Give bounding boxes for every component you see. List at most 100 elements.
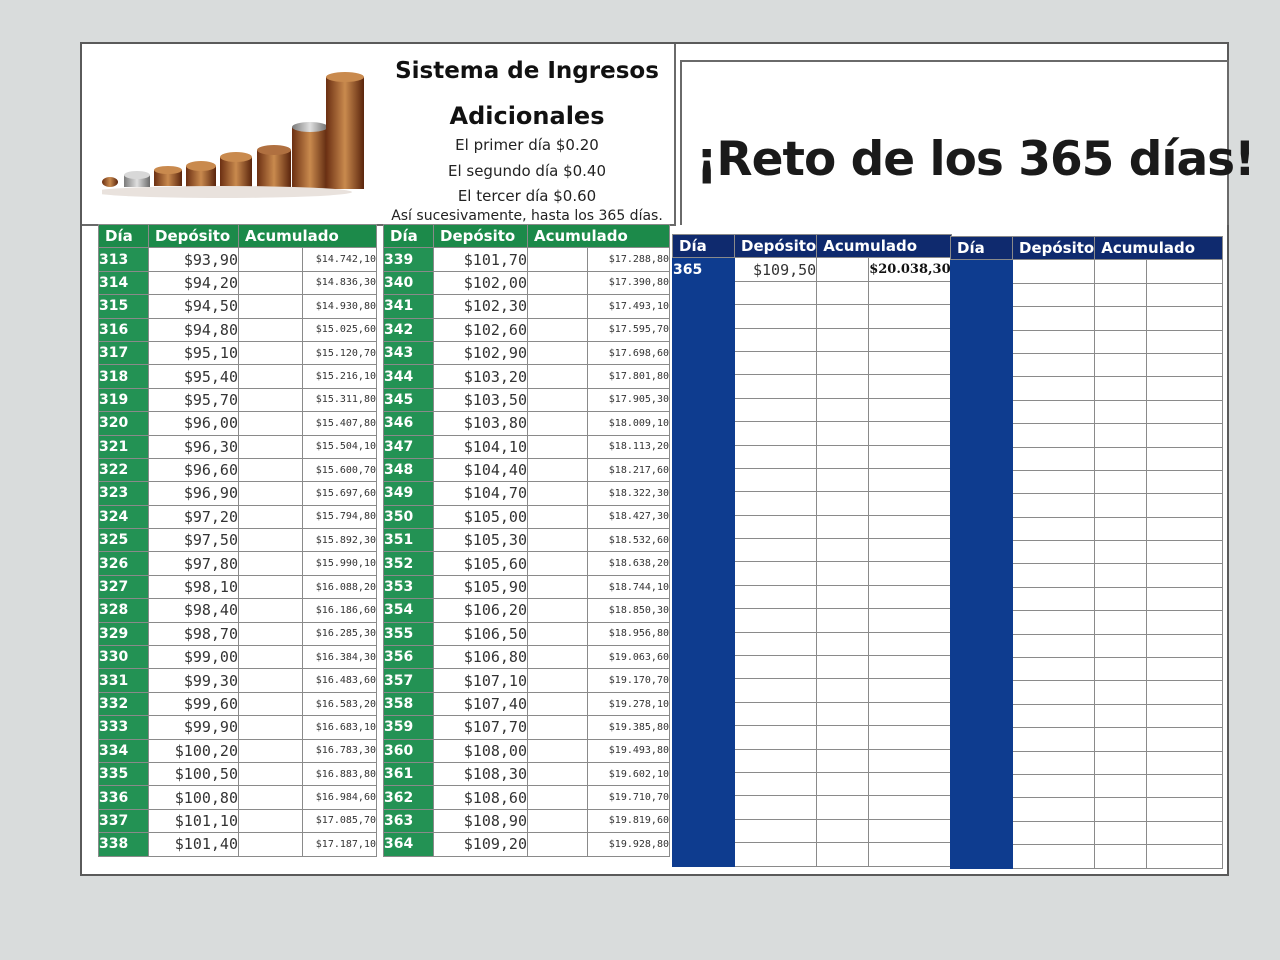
dia-cell[interactable]	[672, 608, 735, 633]
dia-cell[interactable]	[950, 399, 1013, 425]
dia-cell[interactable]	[950, 657, 1013, 682]
acumulado-cell[interactable]	[868, 421, 952, 446]
dia-cell[interactable]	[950, 820, 1013, 846]
deposito-cell[interactable]	[1011, 633, 1096, 659]
acumulado-cell[interactable]	[1146, 282, 1224, 308]
deposito-cell[interactable]: $104,40	[433, 457, 528, 483]
acumulado-blank-cell[interactable]	[238, 434, 303, 459]
dia-cell[interactable]: 361	[383, 761, 434, 787]
dia-cell[interactable]: 348	[383, 457, 434, 483]
dia-cell[interactable]: 331	[98, 668, 149, 693]
deposito-cell[interactable]: $105,00	[433, 504, 528, 530]
acumulado-blank-cell[interactable]	[816, 678, 870, 703]
acumulado-cell[interactable]: $15.794,80	[302, 504, 377, 530]
deposito-cell[interactable]	[1011, 423, 1096, 448]
deposito-cell[interactable]: $105,60	[433, 551, 528, 576]
acumulado-cell[interactable]	[1146, 750, 1224, 775]
dia-cell[interactable]	[950, 423, 1013, 448]
acumulado-cell[interactable]: $15.311,80	[302, 387, 377, 413]
dia-cell[interactable]: 357	[383, 668, 434, 693]
acumulado-cell[interactable]: $18.956,80	[587, 621, 670, 647]
acumulado-cell[interactable]	[868, 608, 952, 633]
acumulado-blank-cell[interactable]	[1094, 399, 1148, 425]
acumulado-cell[interactable]: $16.683,10	[302, 715, 377, 740]
acumulado-cell[interactable]: $18.113,20	[587, 434, 670, 459]
acumulado-blank-cell[interactable]	[238, 364, 303, 389]
dia-cell[interactable]: 337	[98, 808, 149, 834]
acumulado-blank-cell[interactable]	[527, 270, 588, 296]
deposito-cell[interactable]	[733, 842, 818, 867]
dia-cell[interactable]	[950, 493, 1013, 518]
acumulado-blank-cell[interactable]	[816, 561, 870, 586]
deposito-cell[interactable]: $93,90	[148, 247, 239, 272]
deposito-cell[interactable]	[1011, 844, 1096, 869]
acumulado-blank-cell[interactable]	[1094, 727, 1148, 752]
deposito-cell[interactable]: $108,30	[433, 761, 528, 787]
acumulado-cell[interactable]	[868, 795, 952, 820]
deposito-cell[interactable]	[1011, 352, 1096, 378]
deposito-cell[interactable]: $98,70	[148, 621, 239, 647]
dia-cell[interactable]	[672, 771, 735, 797]
acumulado-cell[interactable]: $17.187,10	[302, 832, 377, 857]
acumulado-blank-cell[interactable]	[238, 715, 303, 740]
acumulado-blank-cell[interactable]	[238, 551, 303, 576]
deposito-cell[interactable]	[733, 397, 818, 423]
acumulado-blank-cell[interactable]	[238, 387, 303, 413]
deposito-cell[interactable]	[733, 491, 818, 516]
dia-cell[interactable]	[672, 538, 735, 563]
acumulado-cell[interactable]: $17.698,60	[587, 340, 670, 366]
acumulado-cell[interactable]: $15.120,70	[302, 340, 377, 366]
acumulado-cell[interactable]	[1146, 844, 1224, 869]
acumulado-cell[interactable]	[868, 655, 952, 680]
deposito-cell[interactable]	[733, 421, 818, 446]
acumulado-cell[interactable]	[1146, 586, 1224, 612]
acumulado-blank-cell[interactable]	[816, 701, 870, 727]
deposito-cell[interactable]	[1011, 586, 1096, 612]
dia-cell[interactable]: 335	[98, 761, 149, 787]
deposito-cell[interactable]	[733, 771, 818, 797]
acumulado-blank-cell[interactable]	[238, 645, 303, 670]
acumulado-blank-cell[interactable]	[1094, 306, 1148, 331]
acumulado-blank-cell[interactable]	[238, 504, 303, 530]
acumulado-cell[interactable]	[1146, 352, 1224, 378]
dia-cell[interactable]	[672, 655, 735, 680]
acumulado-blank-cell[interactable]	[527, 434, 588, 459]
acumulado-blank-cell[interactable]	[527, 551, 588, 576]
deposito-cell[interactable]: $101,40	[148, 832, 239, 857]
dia-cell[interactable]: 329	[98, 621, 149, 647]
deposito-cell[interactable]	[733, 748, 818, 773]
dia-cell[interactable]: 339	[383, 247, 434, 272]
acumulado-blank-cell[interactable]	[238, 294, 303, 319]
dia-cell[interactable]	[950, 352, 1013, 378]
acumulado-cell[interactable]	[1146, 773, 1224, 799]
acumulado-cell[interactable]	[868, 631, 952, 657]
deposito-cell[interactable]: $96,90	[148, 481, 239, 506]
acumulado-cell[interactable]	[868, 280, 952, 306]
acumulado-cell[interactable]: $15.407,80	[302, 411, 377, 436]
dia-cell[interactable]	[672, 327, 735, 352]
acumulado-blank-cell[interactable]	[1094, 657, 1148, 682]
acumulado-cell[interactable]: $19.602,10	[587, 761, 670, 787]
deposito-cell[interactable]	[733, 561, 818, 586]
dia-cell[interactable]	[950, 633, 1013, 659]
acumulado-cell[interactable]: $15.025,60	[302, 317, 377, 342]
dia-cell[interactable]	[950, 680, 1013, 705]
dia-cell[interactable]: 330	[98, 645, 149, 670]
deposito-cell[interactable]: $97,50	[148, 528, 239, 553]
deposito-cell[interactable]	[1011, 680, 1096, 705]
deposito-cell[interactable]: $104,10	[433, 434, 528, 459]
acumulado-blank-cell[interactable]	[238, 691, 303, 717]
acumulado-cell[interactable]: $15.504,10	[302, 434, 377, 459]
acumulado-blank-cell[interactable]	[527, 457, 588, 483]
deposito-cell[interactable]: $100,20	[148, 738, 239, 763]
deposito-cell[interactable]: $102,60	[433, 317, 528, 342]
acumulado-blank-cell[interactable]	[1094, 423, 1148, 448]
acumulado-cell[interactable]: $16.583,20	[302, 691, 377, 717]
acumulado-blank-cell[interactable]	[816, 818, 870, 844]
acumulado-blank-cell[interactable]	[527, 715, 588, 740]
acumulado-blank-cell[interactable]	[816, 584, 870, 610]
acumulado-blank-cell[interactable]	[1094, 540, 1148, 565]
dia-cell[interactable]	[950, 540, 1013, 565]
acumulado-cell[interactable]: $19.493,80	[587, 738, 670, 763]
dia-cell[interactable]: 351	[383, 528, 434, 553]
